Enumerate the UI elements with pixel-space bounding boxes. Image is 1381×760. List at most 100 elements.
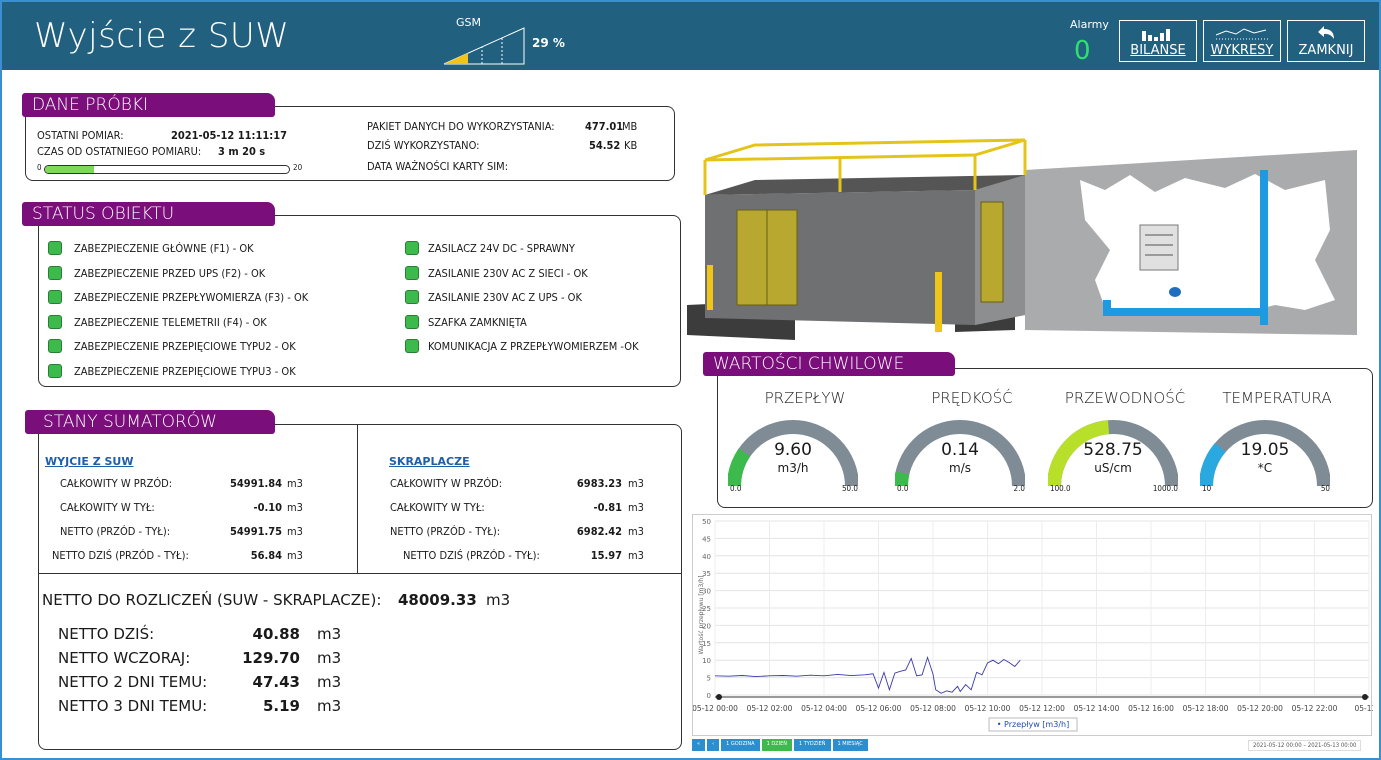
status-label: ZASILANIE 230V AC Z SIECI - OK [428, 266, 588, 280]
skr-row-label: CAŁKOWITY W TYŁ: [390, 501, 485, 514]
suw-row-value: 54991.84 [230, 477, 282, 490]
gauge-min: 0.0 [730, 484, 742, 493]
y-axis-label: Wartość przepływu [m3/h] [698, 575, 705, 654]
suw-row-label: NETTO DZIŚ (PRZÓD - TYŁ): [52, 549, 189, 562]
gauge-max: 2.0 [1013, 484, 1025, 493]
netto-unit: m3 [317, 625, 342, 643]
czas-progress-bar [44, 165, 290, 174]
x-tick-label: 05-12 06:00 [856, 704, 902, 713]
station-illustration [687, 138, 1357, 340]
suw-row-unit: m3 [287, 477, 303, 490]
netto-unit: m3 [317, 673, 342, 691]
range-button[interactable]: 1 TYDZIEŃ [793, 739, 831, 751]
suw-row-unit: m3 [287, 501, 303, 514]
netto-label: NETTO 3 DNI TEMU: [58, 697, 208, 715]
wykresy-label: WYKRESY [1210, 43, 1274, 58]
bilanse-button[interactable]: BILANSE [1119, 20, 1197, 62]
chart-range-input[interactable]: 2021-05-12 00:00 – 2021-05-13 00:00 [1248, 740, 1362, 751]
gauge-unit: *C [1257, 461, 1273, 475]
status-label: KOMUNIKACJA Z PRZEPŁYWOMIERZEM -OK [428, 340, 639, 353]
status-label: SZAFKA ZAMKNIĘTA [428, 315, 527, 329]
wykresy-button[interactable]: WYKRESY [1203, 20, 1281, 62]
netto-label: NETTO 2 DNI TEMU: [58, 673, 208, 691]
czas-progress-fill [45, 166, 94, 173]
flow-chart[interactable]: 0510152025303540455005-12 00:00 05-12 02:… [692, 515, 1381, 737]
alarm-label: Alarmy [1070, 18, 1109, 31]
ostatni-pomiar-label: OSTATNI POMIAR: [37, 129, 124, 142]
netto-unit: m3 [317, 697, 342, 715]
netto-value: 129.70 [242, 649, 300, 667]
suw-row-label: CAŁKOWITY W PRZÓD: [60, 477, 173, 490]
range-button[interactable]: 1 DZIEŃ [761, 739, 792, 751]
status-label: ZABEZPIECZENIE PRZED UPS (F2) - OK [74, 266, 266, 280]
gauge-title: PRZEPŁYW [764, 389, 846, 407]
range-button[interactable]: 1 MIESIĄC [832, 739, 868, 751]
status-label: ZABEZPIECZENIE PRZEPIĘCIOWE TYPU2 - OK [74, 340, 296, 353]
range-button[interactable]: ‹ [707, 739, 720, 751]
chwilowe-title: WARTOŚCI CHWILOWE [703, 352, 955, 376]
czas-label: CZAS OD OSTATNIEGO POMIARU: [37, 145, 202, 158]
gauge-value: 0.14 [941, 440, 979, 460]
skr-row-unit: m3 [628, 477, 644, 490]
gauge-unit: m3/h [777, 461, 809, 475]
netto-label: NETTO DZIŚ: [58, 625, 155, 643]
gauge-unit: m/s [949, 461, 971, 475]
status-label: ZABEZPIECZENIE GŁÓWNE (F1) - OK [74, 242, 254, 255]
netto-unit: m3 [317, 649, 342, 667]
status-indicator [48, 314, 62, 329]
gauge-max: 50 [1320, 484, 1330, 493]
gsm-percent: 29 % [532, 36, 565, 50]
gauge-min: 0.0 [897, 484, 909, 493]
bilanse-label: BILANSE [1130, 43, 1186, 58]
alarm-count[interactable]: 0 [1074, 36, 1091, 66]
chart-range-buttons: «‹ 1 GODZINA 1 DZIEŃ 1 TYDZIEŃ 1 MIESIĄC [692, 739, 868, 751]
status-indicator [48, 363, 62, 378]
status-label: ZASILANIE 230V AC Z UPS - OK [428, 291, 582, 304]
x-tick-label: 05-12 02:00 [747, 704, 793, 713]
gauge-unit: uS/cm [1094, 461, 1132, 475]
gauge-title: PRZEWODNOŚĆ [1064, 389, 1186, 407]
zamknij-button[interactable]: ZAMKNIJ [1287, 20, 1365, 62]
dzis-label: DZIŚ WYKORZYSTANO: [367, 139, 480, 152]
suw-row-label: CAŁKOWITY W TYŁ: [60, 501, 155, 514]
skr-row-label: CAŁKOWITY W PRZÓD: [390, 477, 503, 490]
dzis-unit: KB [624, 139, 638, 152]
x-tick-label: 05-12 20:00 [1237, 704, 1283, 713]
status-title: STATUS OBIEKTU [22, 202, 275, 226]
pakiet-label: PAKIET DANYCH DO WYKORZYSTANIA: [367, 120, 555, 133]
gauge-value: 19.05 [1240, 440, 1290, 460]
status-indicator [48, 241, 62, 255]
status-indicator [48, 290, 62, 304]
x-tick-label: 05-12 12:00 [1019, 704, 1065, 713]
suw-row-value: -0.10 [253, 501, 282, 514]
skr-row-unit: m3 [628, 549, 644, 562]
progress-max: 20 [293, 163, 303, 172]
suw-row-label: NETTO (PRZÓD - TYŁ): [60, 525, 171, 538]
y-tick-label: 40 [702, 553, 711, 561]
range-button[interactable]: « [692, 739, 706, 751]
y-tick-label: 50 [702, 518, 711, 526]
skr-section-title: SKRAPLACZE [389, 455, 470, 468]
y-tick-label: 5 [707, 675, 711, 683]
line-chart-icon [1215, 28, 1268, 40]
x-tick-label: 05-12 22:00 [1292, 704, 1338, 713]
x-tick-label: 05-12 10:00 [965, 704, 1011, 713]
x-tick-label: 05-12 16:00 [1128, 704, 1174, 713]
status-indicator [405, 339, 419, 353]
status-label: ZABEZPIECZENIE TELEMETRII (F4) - OK [74, 315, 267, 329]
header-bar: Wyjście z SUW GSM 29 % Alarmy 0 BILANSE … [2, 2, 1379, 70]
status-label: ZASILACZ 24V DC - SPRAWNY [428, 242, 575, 255]
status-indicator [405, 290, 419, 304]
sumatory-title: STANY SUMATORÓW [25, 410, 275, 434]
x-tick-label: 05-12 14:00 [1074, 704, 1120, 713]
gauge-max: 1000.0 [1152, 484, 1178, 493]
range-button[interactable]: 1 GODZINA [721, 739, 760, 751]
skr-row-label: NETTO (PRZÓD - TYŁ): [390, 525, 501, 538]
dane-probki-title: DANE PRÓBKI [22, 93, 275, 117]
flow-chart-panel: 0 5 10 15 20 25 30 35 40 45 50 05-12 00:00 05-12 02:… [692, 514, 1381, 737]
suw-row-unit: m3 [287, 549, 303, 562]
page-title: Wyjście z SUW [34, 16, 290, 56]
status-indicator [48, 265, 62, 280]
suw-row-unit: m3 [287, 525, 303, 538]
suw-row-value: 54991.75 [230, 525, 282, 538]
